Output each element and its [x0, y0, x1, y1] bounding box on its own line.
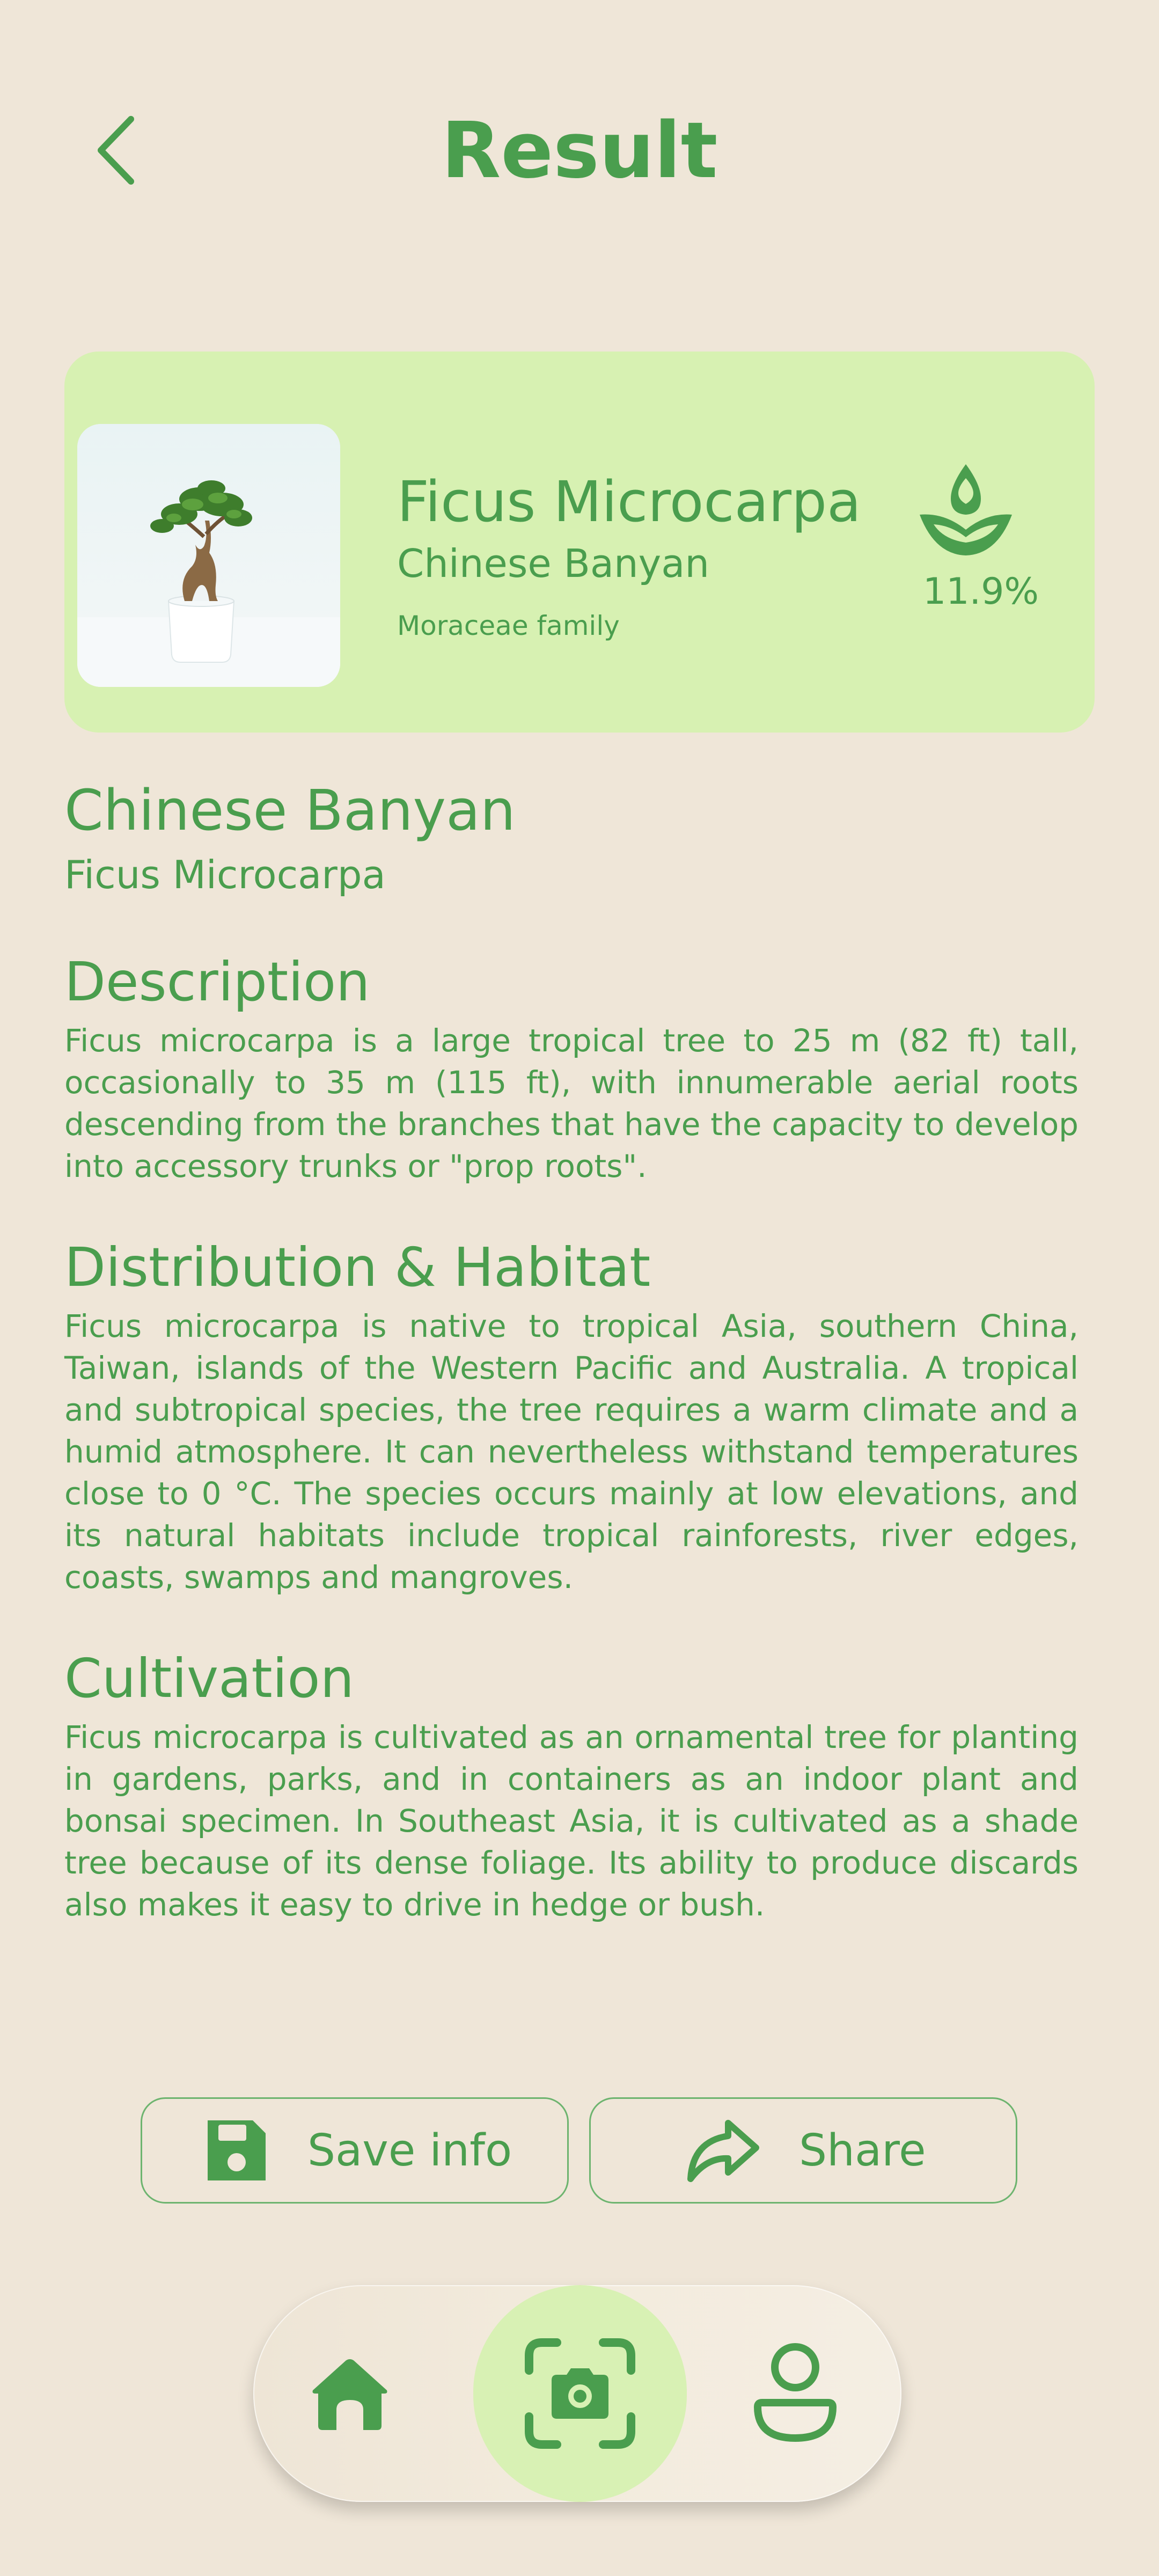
save-info-button[interactable]: Save info	[141, 2097, 569, 2204]
camera-scan-icon	[525, 2338, 635, 2449]
details-scientific-name: Ficus Microcarpa	[64, 852, 386, 897]
profile-icon	[754, 2343, 837, 2442]
header: Result	[0, 0, 1159, 301]
plant-name-block: Ficus Microcarpa Chinese Banyan Moraceae…	[397, 467, 934, 647]
share-label: Share	[799, 2125, 926, 2176]
section-title: Description	[64, 950, 370, 1013]
confidence-indicator: 11.9%	[920, 459, 1039, 613]
bottom-navigation	[253, 2285, 901, 2502]
page-title: Result	[441, 105, 718, 195]
plant-photo	[77, 424, 340, 687]
plant-family: Moraceae family	[397, 610, 620, 641]
save-info-label: Save info	[307, 2125, 512, 2176]
share-button[interactable]: Share	[589, 2097, 1017, 2204]
details-common-name: Chinese Banyan	[64, 778, 516, 843]
floppy-disk-icon	[208, 2120, 266, 2180]
section-body: Ficus microcarpa is a large tropical tre…	[64, 1022, 1079, 1184]
distribution-section: Distribution & Habitat Ficus microcarpa …	[64, 1230, 1079, 1598]
nav-profile[interactable]	[731, 2285, 860, 2502]
plant-summary-card: Ficus Microcarpa Chinese Banyan Moraceae…	[64, 352, 1095, 733]
section-body: Ficus microcarpa is native to tropical A…	[64, 1308, 1079, 1596]
nav-home[interactable]	[285, 2285, 414, 2502]
sprout-icon	[920, 464, 1012, 555]
common-name: Chinese Banyan	[397, 541, 710, 586]
section-title: Cultivation	[64, 1647, 354, 1710]
nav-scan[interactable]	[473, 2285, 687, 2502]
share-arrow-icon	[687, 2120, 759, 2182]
confidence-value: 11.9%	[923, 570, 1039, 613]
section-title: Distribution & Habitat	[64, 1236, 651, 1299]
cultivation-section: Cultivation Ficus microcarpa is cultivat…	[64, 1641, 1079, 1926]
section-body: Ficus microcarpa is cultivated as an orn…	[64, 1719, 1079, 1923]
home-icon	[312, 2359, 387, 2430]
plant-details: Chinese Banyan Ficus Microcarpa Descript…	[64, 773, 1079, 1926]
scientific-name: Ficus Microcarpa	[397, 469, 861, 535]
description-section: Description Ficus microcarpa is a large …	[64, 945, 1079, 1187]
